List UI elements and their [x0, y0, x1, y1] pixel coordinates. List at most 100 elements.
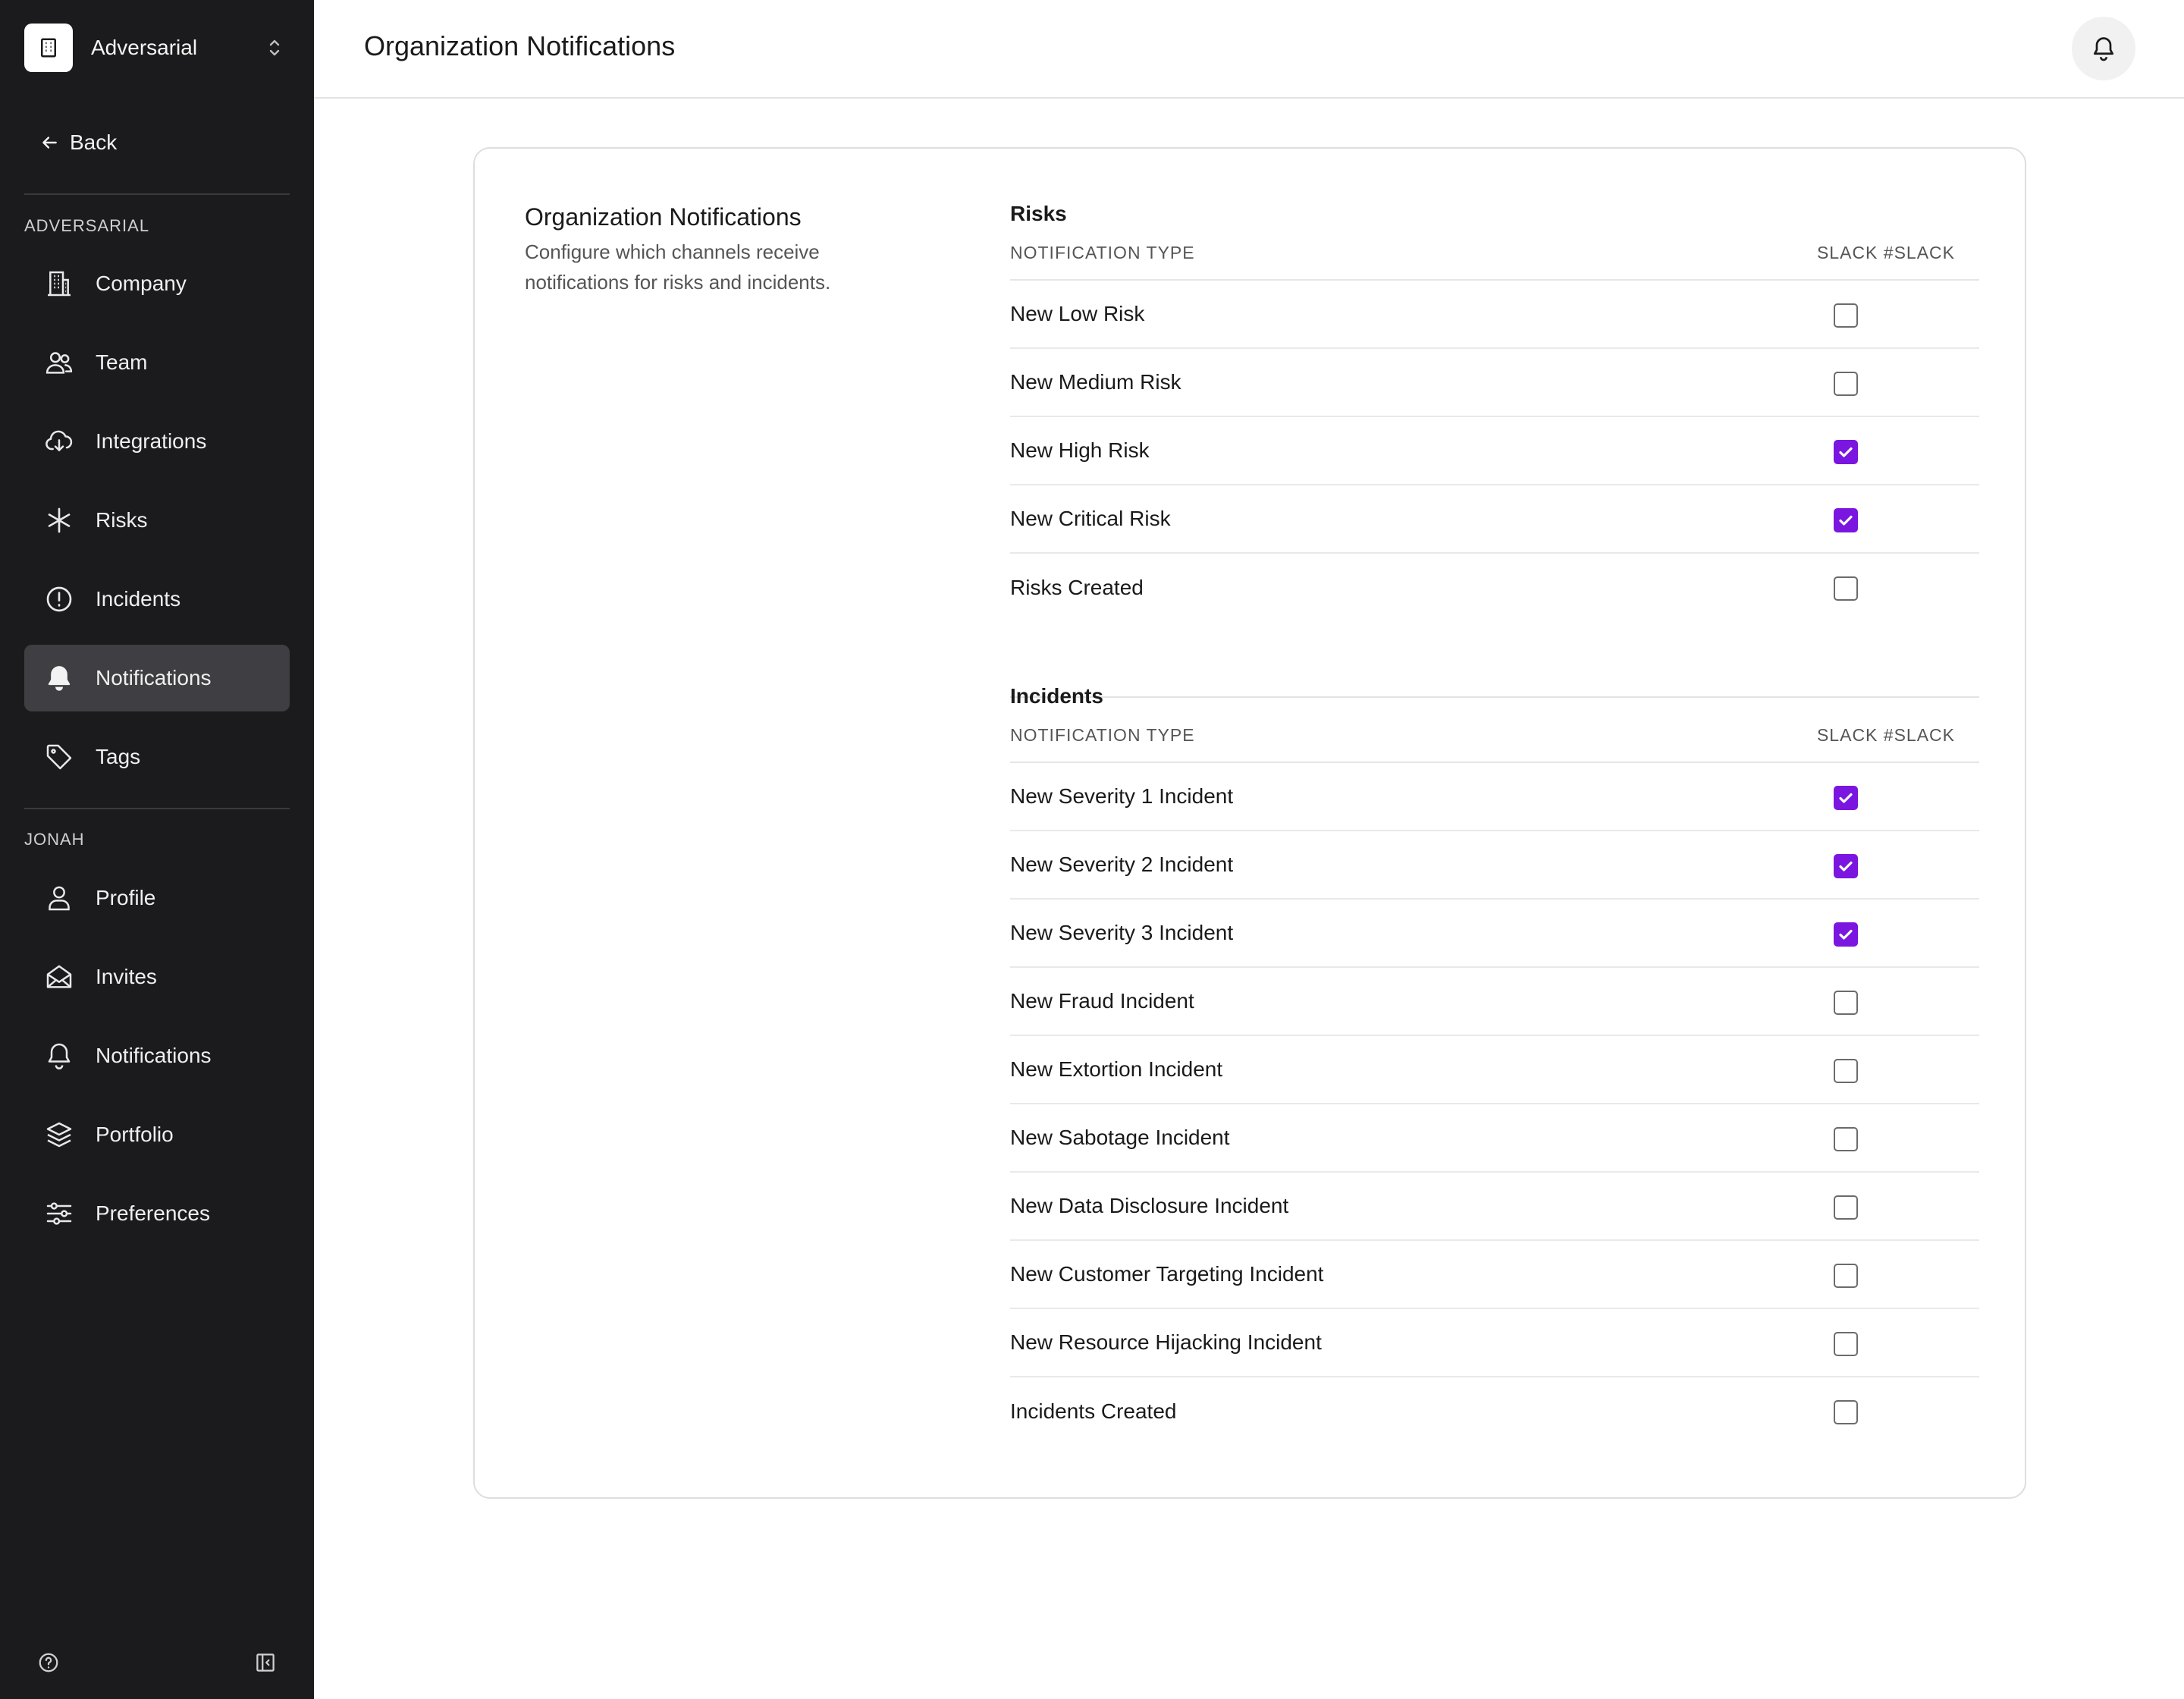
- slack-checkbox[interactable]: [1834, 1264, 1858, 1288]
- mail-open-icon: [42, 960, 76, 994]
- notifications-card: Organization Notifications Configure whi…: [473, 147, 2026, 1499]
- table-row: New Data Disclosure Incident: [1010, 1173, 1979, 1241]
- sidebar-item-risks[interactable]: Risks: [24, 487, 290, 554]
- sidebar-item-label: Tags: [96, 745, 141, 768]
- table-row: New Fraud Incident: [1010, 968, 1979, 1036]
- table-row: New Resource Hijacking Incident: [1010, 1309, 1979, 1377]
- asterisk-icon: [42, 504, 76, 537]
- table-row: New Sabotage Incident: [1010, 1104, 1979, 1173]
- org-switcher[interactable]: Adversarial: [24, 23, 290, 73]
- row-label: New Extortion Incident: [1010, 1057, 1223, 1081]
- row-label: New Medium Risk: [1010, 370, 1181, 394]
- card-title: Organization Notifications: [525, 203, 802, 231]
- sidebar-item-label: Integrations: [96, 429, 207, 453]
- section-label-user: JONAH: [24, 830, 85, 849]
- sidebar-item-invites[interactable]: Invites: [24, 944, 290, 1010]
- page-title: Organization Notifications: [364, 30, 676, 61]
- slack-checkbox[interactable]: [1834, 1127, 1858, 1151]
- row-label: New Low Risk: [1010, 302, 1145, 325]
- sidebar-item-preferences[interactable]: Preferences: [24, 1180, 290, 1247]
- sidebar-item-portfolio[interactable]: Portfolio: [24, 1101, 290, 1168]
- slack-checkbox[interactable]: [1834, 854, 1858, 878]
- building-icon: [42, 267, 76, 300]
- sidebar-item-label: Profile: [96, 886, 156, 909]
- layers-icon: [42, 1118, 76, 1151]
- slack-checkbox[interactable]: [1834, 1195, 1858, 1220]
- slack-checkbox[interactable]: [1834, 1400, 1858, 1424]
- row-label: New Severity 2 Incident: [1010, 853, 1234, 876]
- sidebar-item-profile[interactable]: Profile: [24, 865, 290, 931]
- table-row: Incidents Created: [1010, 1377, 1979, 1446]
- row-label: New Fraud Incident: [1010, 989, 1194, 1013]
- arrow-left-icon: [39, 133, 59, 152]
- slack-checkbox[interactable]: [1834, 508, 1858, 532]
- sidebar-item-label: Portfolio: [96, 1123, 174, 1146]
- check-icon: [1839, 515, 1853, 526]
- table-row: New Customer Targeting Incident: [1010, 1241, 1979, 1309]
- table-row: New High Risk: [1010, 417, 1979, 485]
- alert-circle-icon: [42, 583, 76, 616]
- table-row: New Severity 3 Incident: [1010, 900, 1979, 968]
- sidebar-item-label: Notifications: [96, 666, 212, 689]
- slack-checkbox[interactable]: [1834, 303, 1858, 328]
- sidebar-item-integrations[interactable]: Integrations: [24, 408, 290, 475]
- org-name: Adversarial: [91, 36, 198, 59]
- slack-checkbox[interactable]: [1834, 440, 1858, 464]
- user-icon: [42, 881, 76, 915]
- sidebar-item-label: Team: [96, 350, 148, 374]
- slack-checkbox[interactable]: [1834, 1059, 1858, 1083]
- sidebar-item-label: Incidents: [96, 587, 181, 611]
- building-icon: [24, 24, 73, 72]
- sidebar-item-label: Notifications: [96, 1044, 212, 1067]
- sidebar-divider: [24, 808, 290, 809]
- sidebar-item-team[interactable]: Team: [24, 329, 290, 396]
- column-header-slack: SLACK #SLACK: [1816, 725, 1955, 745]
- bell-icon: [42, 1039, 76, 1072]
- slack-checkbox[interactable]: [1834, 786, 1858, 810]
- sidebar-divider: [24, 193, 290, 195]
- table-row: New Extortion Incident: [1010, 1036, 1979, 1104]
- row-label: New Sabotage Incident: [1010, 1126, 1230, 1149]
- card-description: Configure which channels receive notific…: [525, 240, 831, 294]
- slack-checkbox[interactable]: [1834, 576, 1858, 601]
- row-label: New Critical Risk: [1010, 507, 1171, 530]
- table-row: New Severity 2 Incident: [1010, 831, 1979, 900]
- section-label-org: ADVERSARIAL: [24, 216, 150, 235]
- slack-checkbox[interactable]: [1834, 372, 1858, 396]
- bell-icon: [2090, 35, 2117, 62]
- table-row: New Critical Risk: [1010, 485, 1979, 554]
- table-row: New Medium Risk: [1010, 349, 1979, 417]
- cloud-download-icon: [42, 425, 76, 458]
- slack-checkbox[interactable]: [1834, 1332, 1858, 1356]
- sidebar-item-incidents[interactable]: Incidents: [24, 566, 290, 633]
- sidebar-item-notifications[interactable]: Notifications: [24, 1022, 290, 1089]
- sidebar-item-label: Invites: [96, 965, 157, 988]
- sliders-icon: [42, 1197, 76, 1230]
- slack-checkbox[interactable]: [1834, 922, 1858, 947]
- notifications-button[interactable]: [2072, 17, 2135, 80]
- check-icon: [1839, 861, 1853, 871]
- bell-filled-icon: [42, 661, 76, 695]
- row-label: New Data Disclosure Incident: [1010, 1194, 1289, 1217]
- row-label: New Customer Targeting Incident: [1010, 1262, 1324, 1286]
- sidebar: Adversarial Back ADVERSARIAL Company Tea…: [0, 0, 314, 1699]
- sidebar-item-label: Risks: [96, 508, 148, 532]
- table-row: New Severity 1 Incident: [1010, 763, 1979, 831]
- tag-icon: [42, 740, 76, 774]
- check-icon: [1839, 793, 1853, 803]
- help-icon[interactable]: [36, 1650, 61, 1675]
- check-icon: [1839, 447, 1853, 457]
- group-title-incidents: Incidents: [1010, 684, 1103, 708]
- top-header: Organization Notifications: [314, 0, 2184, 99]
- sidebar-item-tags[interactable]: Tags: [24, 724, 290, 790]
- sidebar-item-company[interactable]: Company: [24, 250, 290, 317]
- row-label: Incidents Created: [1010, 1399, 1177, 1423]
- row-label: New High Risk: [1010, 438, 1150, 462]
- sidebar-item-org-notifications[interactable]: Notifications: [24, 645, 290, 711]
- chevron-up-down-icon: [265, 36, 284, 59]
- collapse-sidebar-icon[interactable]: [253, 1650, 278, 1675]
- column-header-type: NOTIFICATION TYPE: [1010, 243, 1195, 262]
- check-icon: [1839, 929, 1853, 940]
- back-button[interactable]: Back: [39, 130, 117, 155]
- slack-checkbox[interactable]: [1834, 991, 1858, 1015]
